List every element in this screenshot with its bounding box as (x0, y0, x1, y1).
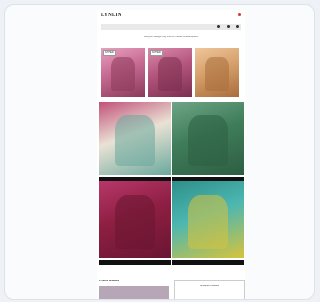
product-image (114, 115, 156, 167)
product-badge: NYHED (103, 50, 116, 56)
product-badge: NYHED (150, 50, 163, 56)
site-logo[interactable]: LYNLIN (101, 13, 122, 18)
account-icon[interactable] (227, 25, 230, 28)
product-image (110, 56, 136, 92)
product-card[interactable] (99, 102, 171, 175)
product-card[interactable]: NYHED (148, 48, 192, 97)
product-image (157, 56, 183, 92)
announcement-text: Vælg en kategori og find din næste strik… (143, 36, 199, 38)
add-to-cart-button[interactable] (172, 260, 244, 265)
product-image (114, 194, 156, 249)
product-image (204, 56, 230, 92)
product-image (187, 115, 229, 167)
product-card[interactable] (99, 181, 171, 258)
browser-card: LYNLIN Vælg en kategori og find din næst… (4, 4, 315, 300)
product-card[interactable]: NYHED (101, 48, 145, 97)
search-icon[interactable] (217, 25, 220, 28)
cart-icon[interactable] (238, 13, 241, 16)
popup-text: Accepter cookies (199, 285, 220, 287)
feature-image[interactable] (99, 286, 169, 299)
cookie-popup: Accepter cookies (174, 280, 245, 299)
product-card[interactable] (172, 102, 244, 175)
product-card[interactable] (195, 48, 239, 97)
web-page: LYNLIN Vælg en kategori og find din næst… (97, 10, 245, 299)
add-to-cart-button[interactable] (99, 260, 171, 265)
bag-icon[interactable] (236, 25, 239, 28)
product-image (187, 194, 229, 249)
product-card[interactable] (172, 181, 244, 258)
search-bar[interactable] (101, 24, 241, 30)
section-title: LYNLIN VERDEN (99, 280, 119, 282)
